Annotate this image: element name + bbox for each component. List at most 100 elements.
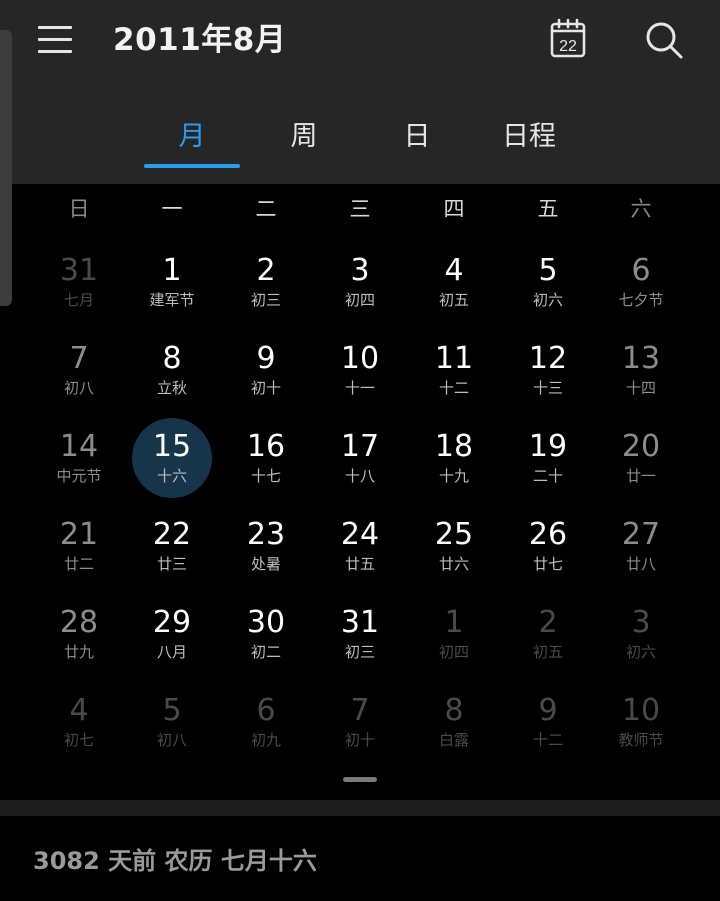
day-number: 28 bbox=[59, 605, 99, 640]
lunar-date: 初四 bbox=[438, 643, 469, 661]
day-number: 1 bbox=[444, 605, 464, 640]
day-cell[interactable]: 19 二十 bbox=[501, 424, 595, 510]
day-cell[interactable]: 3 初六 bbox=[594, 600, 688, 686]
day-number: 5 bbox=[162, 693, 182, 728]
day-cell[interactable]: 8 立秋 bbox=[125, 336, 219, 422]
lunar-date: 十九 bbox=[438, 467, 469, 485]
day-cell[interactable]: 16 十七 bbox=[219, 424, 313, 510]
calendar-app: 2011年8月 22 月 周 日 日程 日一二三四五六 31 七月 1 建军节 2 初三 3… bbox=[0, 0, 720, 901]
day-cell[interactable]: 10 十一 bbox=[313, 336, 407, 422]
scroll-indicator[interactable] bbox=[0, 30, 12, 306]
day-cell[interactable]: 7 初十 bbox=[313, 688, 407, 774]
day-number: 4 bbox=[69, 693, 89, 728]
day-cell[interactable]: 31 初三 bbox=[313, 600, 407, 686]
lunar-date: 十一 bbox=[344, 379, 375, 397]
day-number: 14 bbox=[59, 429, 99, 464]
lunar-date: 建军节 bbox=[149, 291, 195, 309]
day-cell[interactable]: 7 初八 bbox=[32, 336, 126, 422]
day-cell[interactable]: 4 初五 bbox=[407, 248, 501, 334]
day-cell[interactable]: 12 十三 bbox=[501, 336, 595, 422]
day-cell[interactable]: 27 廿八 bbox=[594, 512, 688, 598]
day-cell[interactable]: 6 七夕节 bbox=[594, 248, 688, 334]
day-number: 8 bbox=[162, 341, 182, 376]
day-cell[interactable]: 30 初二 bbox=[219, 600, 313, 686]
day-number: 26 bbox=[528, 517, 568, 552]
weekday-label: 二 bbox=[255, 197, 277, 221]
lunar-date: 立秋 bbox=[156, 379, 187, 397]
day-number: 20 bbox=[621, 429, 661, 464]
day-number: 5 bbox=[538, 253, 558, 288]
calendar-today-icon: 22 bbox=[550, 18, 586, 58]
day-cell-selected[interactable]: 15 十六 bbox=[125, 418, 219, 510]
drag-handle[interactable] bbox=[343, 777, 377, 782]
day-number: 25 bbox=[434, 517, 474, 552]
day-cell[interactable]: 10 教师节 bbox=[594, 688, 688, 774]
today-button[interactable]: 22 bbox=[544, 16, 592, 64]
panel-divider bbox=[0, 800, 720, 816]
weekday-label: 六 bbox=[630, 197, 652, 221]
lunar-date: 中元节 bbox=[56, 467, 102, 485]
lunar-date: 十三 bbox=[532, 379, 563, 397]
day-cell[interactable]: 22 廿三 bbox=[125, 512, 219, 598]
day-number: 15 bbox=[152, 429, 192, 464]
day-number: 4 bbox=[444, 253, 464, 288]
day-number: 13 bbox=[621, 341, 661, 376]
day-cell[interactable]: 18 十九 bbox=[407, 424, 501, 510]
day-number: 12 bbox=[528, 341, 568, 376]
lunar-date: 白露 bbox=[438, 731, 469, 749]
day-cell[interactable]: 14 中元节 bbox=[32, 424, 126, 510]
day-cell[interactable]: 17 十八 bbox=[313, 424, 407, 510]
weekday-label: 日 bbox=[68, 197, 90, 221]
day-cell[interactable]: 25 廿六 bbox=[407, 512, 501, 598]
tab-week[interactable]: 周 bbox=[256, 112, 352, 162]
month-title[interactable]: 2011年8月 bbox=[113, 18, 286, 62]
day-cell[interactable]: 8 白露 bbox=[407, 688, 501, 774]
day-cell[interactable]: 1 初四 bbox=[407, 600, 501, 686]
day-cell[interactable]: 2 初五 bbox=[501, 600, 595, 686]
lunar-date: 十七 bbox=[250, 467, 281, 485]
lunar-date: 十二 bbox=[438, 379, 469, 397]
lunar-date: 七夕节 bbox=[618, 291, 664, 309]
weekday-label: 四 bbox=[443, 197, 465, 221]
day-cell[interactable]: 9 十二 bbox=[501, 688, 595, 774]
day-number: 2 bbox=[538, 605, 558, 640]
day-number: 21 bbox=[59, 517, 99, 552]
weekday-label: 五 bbox=[537, 197, 559, 221]
search-button[interactable] bbox=[640, 16, 688, 64]
lunar-date: 十二 bbox=[532, 731, 563, 749]
day-number: 8 bbox=[444, 693, 464, 728]
day-cell[interactable]: 31 七月 bbox=[32, 248, 126, 334]
day-cell[interactable]: 29 八月 bbox=[125, 600, 219, 686]
day-cell[interactable]: 24 廿五 bbox=[313, 512, 407, 598]
day-cell[interactable]: 3 初四 bbox=[313, 248, 407, 334]
day-number: 3 bbox=[631, 605, 651, 640]
days-ago-lunar-info: 3082 天前 农历 七月十六 bbox=[33, 847, 317, 875]
day-number: 7 bbox=[350, 693, 370, 728]
day-cell[interactable]: 20 廿一 bbox=[594, 424, 688, 510]
day-cell[interactable]: 5 初八 bbox=[125, 688, 219, 774]
day-number: 10 bbox=[621, 693, 661, 728]
day-cell[interactable]: 1 建军节 bbox=[125, 248, 219, 334]
day-cell[interactable]: 4 初七 bbox=[32, 688, 126, 774]
lunar-date: 初五 bbox=[532, 643, 563, 661]
tab-month[interactable]: 月 bbox=[144, 112, 240, 162]
day-cell[interactable]: 23 处暑 bbox=[219, 512, 313, 598]
day-cell[interactable]: 11 十二 bbox=[407, 336, 501, 422]
lunar-date: 廿八 bbox=[625, 555, 656, 573]
tab-day[interactable]: 日 bbox=[369, 112, 465, 162]
day-number: 7 bbox=[69, 341, 89, 376]
day-cell[interactable]: 26 廿七 bbox=[501, 512, 595, 598]
lunar-date: 初三 bbox=[344, 643, 375, 661]
day-cell[interactable]: 6 初九 bbox=[219, 688, 313, 774]
day-cell[interactable]: 9 初十 bbox=[219, 336, 313, 422]
tab-agenda[interactable]: 日程 bbox=[476, 112, 582, 162]
day-cell[interactable]: 5 初六 bbox=[501, 248, 595, 334]
day-cell[interactable]: 2 初三 bbox=[219, 248, 313, 334]
day-number: 6 bbox=[256, 693, 276, 728]
day-cell[interactable]: 13 十四 bbox=[594, 336, 688, 422]
day-cell[interactable]: 28 廿九 bbox=[32, 600, 126, 686]
day-cell[interactable]: 21 廿二 bbox=[32, 512, 126, 598]
lunar-date: 初十 bbox=[344, 731, 375, 749]
today-icon-day: 22 bbox=[559, 38, 577, 55]
menu-button[interactable] bbox=[36, 22, 76, 58]
